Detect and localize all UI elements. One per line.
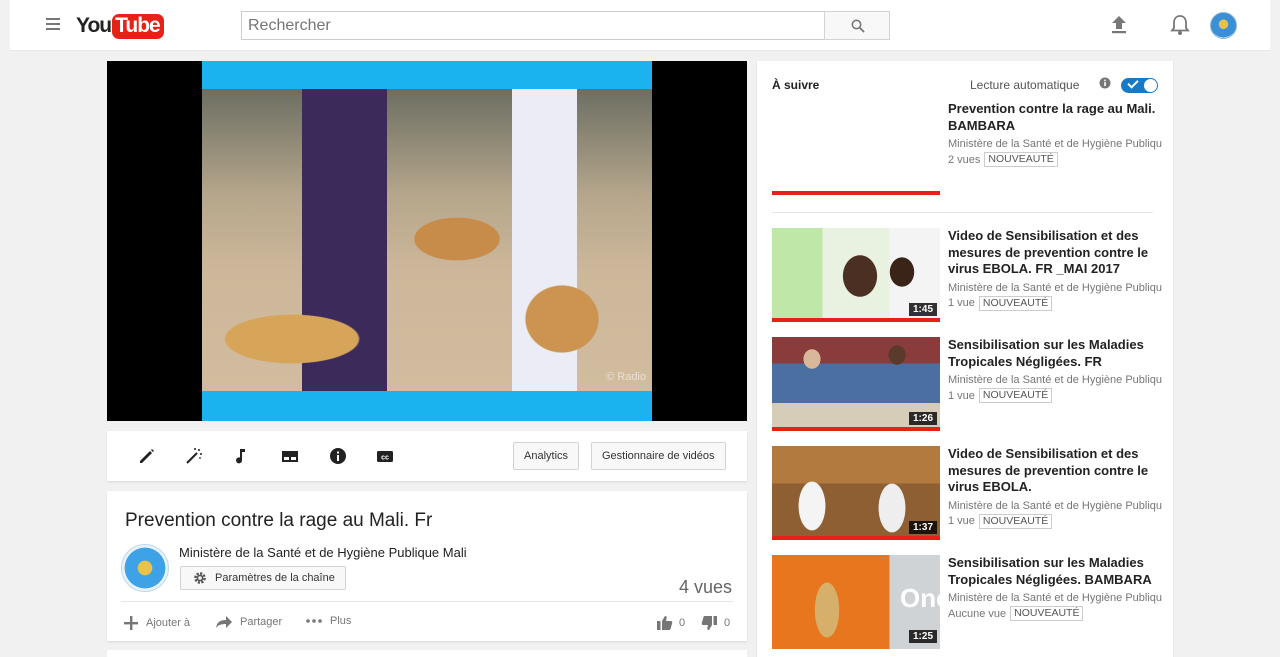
info-divider xyxy=(121,601,733,602)
end-screen-icon[interactable] xyxy=(280,446,300,466)
search-icon xyxy=(851,19,865,33)
description-card xyxy=(107,650,747,657)
like-button[interactable]: 0 xyxy=(656,615,685,631)
masthead: You Tube xyxy=(10,0,1270,51)
share-arrow-icon xyxy=(216,616,232,628)
channel-avatar[interactable] xyxy=(121,544,169,592)
channel-name[interactable]: Ministère de la Santé et de Hygiène Publ… xyxy=(179,545,467,560)
video-item-views: 1 vue xyxy=(948,389,975,402)
like-count: 0 xyxy=(679,617,686,629)
share-label: Partager xyxy=(240,616,283,628)
creator-toolbar: cc Analytics Gestionnaire de vidéos xyxy=(107,431,747,481)
channel-settings-label: Paramètres de la chaîne xyxy=(215,572,335,584)
video-manager-button[interactable]: Gestionnaire de vidéos xyxy=(591,442,726,470)
related-video[interactable]: 1:26 Sensibilisation sur les Maladies Tr… xyxy=(772,337,1162,432)
share-button[interactable]: Partager xyxy=(215,615,282,629)
channel-settings-button[interactable]: Paramètres de la chaîne xyxy=(180,566,346,590)
video-item-title[interactable]: Video de Sensibilisation et des mesures … xyxy=(948,228,1162,278)
audio-music-note-icon[interactable] xyxy=(231,446,251,466)
new-badge: NOUVEAUTÉ xyxy=(978,388,1053,403)
video-thumbnail[interactable]: 1:37 xyxy=(772,446,940,540)
dislike-count: 0 xyxy=(724,617,731,629)
watch-progress-bar xyxy=(772,191,940,195)
autoplay-label: Lecture automatique xyxy=(970,78,1080,92)
video-title: Prevention contre la rage au Mali. Fr xyxy=(125,510,433,531)
video-item-views: Aucune vue xyxy=(948,607,1007,620)
youtube-logo[interactable]: You Tube xyxy=(76,12,164,40)
autoplay-toggle[interactable] xyxy=(1121,77,1158,93)
analytics-button[interactable]: Analytics xyxy=(513,442,580,470)
related-video[interactable]: 1:37 Video de Sensibilisation et des mes… xyxy=(772,446,1162,541)
video-item-title[interactable]: Video de Sensibilisation et des mesures … xyxy=(948,446,1162,496)
video-thumbnail[interactable]: Onc 1:25 xyxy=(772,555,940,649)
up-next-sidebar: À suivre Lecture automatique Prevention … xyxy=(757,61,1173,657)
video-player[interactable]: © Radio xyxy=(107,61,747,421)
gear-icon xyxy=(194,572,206,584)
check-icon xyxy=(1127,77,1139,89)
logo-you: You xyxy=(76,14,112,37)
video-watermark: © Radio xyxy=(606,371,646,383)
watch-progress-bar xyxy=(772,427,940,431)
edit-pencil-icon[interactable] xyxy=(137,446,157,466)
video-item-channel: Ministère de la Santé et de Hygiène Publ… xyxy=(948,281,1162,294)
search-input[interactable] xyxy=(241,11,825,40)
video-duration: 1:25 xyxy=(908,630,937,643)
add-to-button[interactable]: Ajouter à xyxy=(123,615,190,631)
dislike-button[interactable]: 0 xyxy=(701,615,730,631)
video-item-views: 1 vue xyxy=(948,297,975,309)
video-image: © Radio xyxy=(202,89,652,391)
up-next-heading: À suivre xyxy=(772,78,820,92)
video-duration: 1:26 xyxy=(908,412,937,425)
new-badge: NOUVEAUTÉ xyxy=(978,513,1053,529)
video-item-views: 1 vue xyxy=(948,515,975,527)
upload-icon[interactable] xyxy=(1110,15,1128,35)
subtitles-cc-icon[interactable]: cc xyxy=(375,446,395,466)
up-next-video[interactable]: Prevention contre la rage au Mali. BAMBA… xyxy=(772,101,1162,196)
more-dots-icon xyxy=(306,619,322,623)
logo-tube: Tube xyxy=(112,13,164,39)
new-badge: NOUVEAUTÉ xyxy=(1010,606,1084,621)
watch-progress-bar xyxy=(772,318,940,322)
thumbs-up-icon xyxy=(657,616,673,630)
add-to-label: Ajouter à xyxy=(146,617,191,629)
notifications-bell-icon[interactable] xyxy=(1170,14,1190,36)
video-item-channel: Ministère de la Santé et de Hygiène Publ… xyxy=(948,499,1162,512)
video-item-title[interactable]: Sensibilisation sur les Maladies Tropica… xyxy=(948,337,1162,370)
up-next-divider xyxy=(772,212,1153,213)
plus-icon xyxy=(124,616,138,630)
video-duration: 1:45 xyxy=(908,303,937,316)
enhancements-wand-icon[interactable] xyxy=(184,446,204,466)
video-info-card: Prevention contre la rage au Mali. Fr Mi… xyxy=(107,491,747,641)
autoplay-info-icon[interactable] xyxy=(1099,77,1111,89)
thumbnail-text: Onc xyxy=(900,583,940,613)
toggle-knob xyxy=(1144,79,1157,92)
info-icon[interactable] xyxy=(328,446,348,466)
video-thumbnail[interactable]: 1:26 xyxy=(772,337,940,431)
thumbs-down-icon xyxy=(701,616,717,630)
related-video[interactable]: Onc 1:25 Sensibilisation sur les Maladie… xyxy=(772,555,1162,650)
video-thumbnail[interactable]: 1:45 xyxy=(772,228,940,322)
more-label: Plus xyxy=(330,615,352,627)
video-item-views: 2 vues xyxy=(948,153,981,166)
view-count: 4 vues xyxy=(678,577,732,597)
video-duration: 1:37 xyxy=(908,521,937,534)
search-button[interactable] xyxy=(824,11,890,40)
video-item-channel: Ministère de la Santé et de Hygiène Publ… xyxy=(948,592,1162,604)
video-item-title[interactable]: Sensibilisation sur les Maladies Tropica… xyxy=(948,555,1162,588)
video-item-title[interactable]: Prevention contre la rage au Mali. BAMBA… xyxy=(948,101,1162,134)
video-thumbnail[interactable] xyxy=(772,101,940,195)
account-avatar[interactable] xyxy=(1210,12,1237,39)
video-item-channel: Ministère de la Santé et de Hygiène Publ… xyxy=(948,138,1162,150)
new-badge: NOUVEAUTÉ xyxy=(984,152,1058,167)
new-badge: NOUVEAUTÉ xyxy=(978,295,1053,311)
related-video[interactable]: 1:45 Video de Sensibilisation et des mes… xyxy=(772,228,1162,323)
video-frame: © Radio xyxy=(202,61,652,421)
more-button[interactable]: Plus xyxy=(305,615,351,627)
svg-text:cc: cc xyxy=(381,455,389,462)
watch-progress-bar xyxy=(772,536,940,540)
guide-menu-icon[interactable] xyxy=(46,18,60,32)
video-item-channel: Ministère de la Santé et de Hygiène Publ… xyxy=(948,374,1162,386)
